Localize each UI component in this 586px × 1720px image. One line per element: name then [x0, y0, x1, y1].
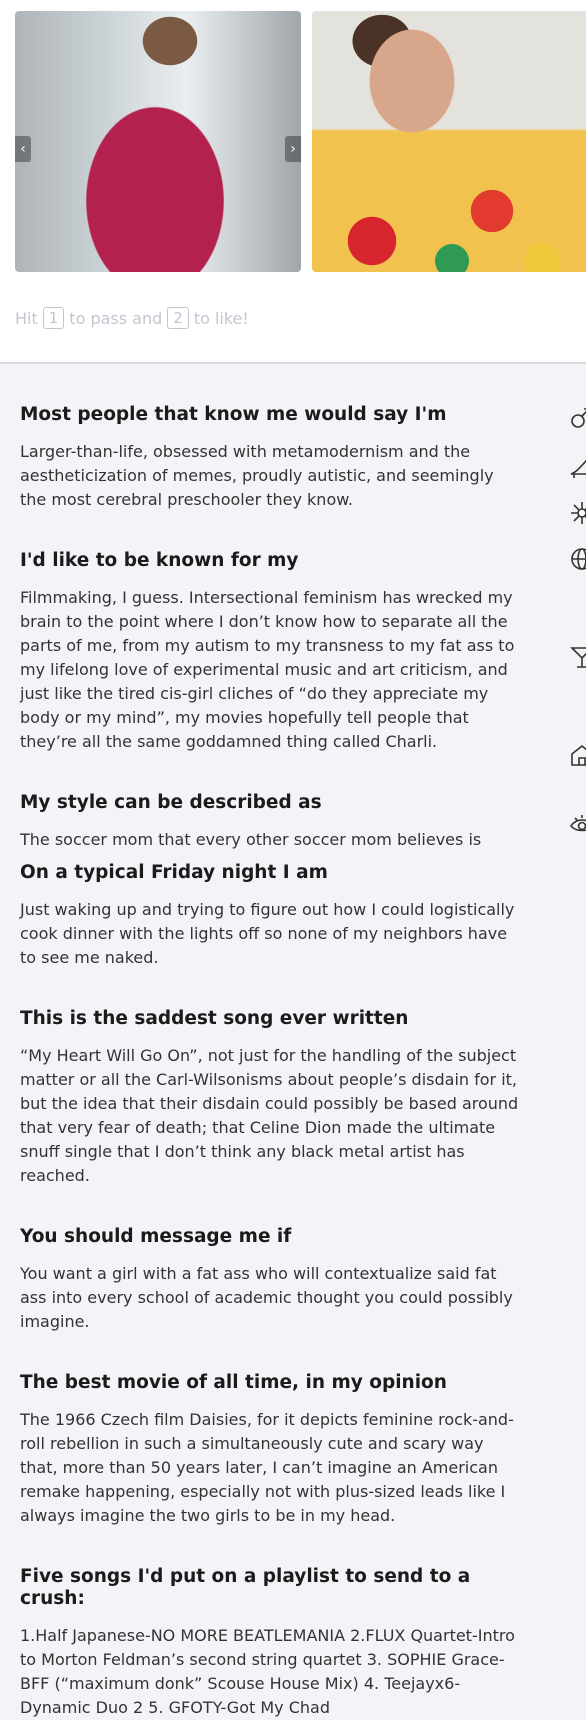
details-icons-column	[566, 400, 586, 860]
profile-photo-2[interactable]	[312, 11, 586, 272]
essay-section: My style can be described as The soccer …	[20, 792, 520, 852]
essay-title: My style can be described as	[20, 792, 322, 813]
essay-title: Five songs I'd put on a playlist to send…	[20, 1566, 471, 1609]
carousel-prev-button[interactable]: ‹	[15, 136, 31, 162]
essay-text: 1.Half Japanese-NO MORE BEATLEMANIA 2.FL…	[20, 1626, 515, 1717]
essay-section: This is the saddest song ever written “M…	[20, 1008, 520, 1188]
essay-title: The best movie of all time, in my opinio…	[20, 1372, 447, 1393]
essay-section: Five songs I'd put on a playlist to send…	[20, 1566, 520, 1720]
profile-essays: Most people that know me would say I'm L…	[20, 404, 520, 1720]
essay-title: This is the saddest song ever written	[20, 1008, 409, 1029]
eye-icon	[569, 812, 586, 838]
like-key: 2	[167, 307, 189, 329]
hint-suffix: to like!	[193, 308, 249, 328]
sparkle-icon	[569, 500, 586, 526]
essay-text: Larger-than-life, obsessed with metamode…	[20, 442, 494, 509]
photo-carousel-area: ‹ › Hit 1 to pass and 2 to like!	[0, 0, 586, 364]
essay-section: I'd like to be known for my Filmmaking, …	[20, 550, 520, 754]
essay-text: Just waking up and trying to figure out …	[20, 900, 515, 967]
essay-text: The soccer mom that every other soccer m…	[20, 830, 482, 849]
hint-middle: to pass and	[69, 308, 163, 328]
profile-photo-1[interactable]	[15, 11, 301, 272]
hint-prefix: Hit	[15, 308, 38, 328]
chevron-right-icon: ›	[290, 141, 296, 157]
essay-section: The best movie of all time, in my opinio…	[20, 1372, 520, 1528]
cocktail-icon	[569, 644, 586, 670]
essay-text: You want a girl with a fat ass who will …	[20, 1264, 513, 1331]
pass-key: 1	[42, 307, 65, 329]
essay-text: “My Heart Will Go On”, not just for the …	[20, 1046, 519, 1185]
essay-section: Most people that know me would say I'm L…	[20, 404, 520, 512]
essay-section: You should message me if You want a girl…	[20, 1226, 520, 1334]
gender-icon	[569, 406, 586, 432]
essay-title: Most people that know me would say I'm	[20, 404, 447, 425]
essay-text: The 1966 Czech film Daisies, for it depi…	[20, 1410, 514, 1525]
essay-title: You should message me if	[20, 1226, 292, 1247]
carousel-next-button[interactable]: ›	[285, 136, 301, 162]
globe-icon	[569, 546, 586, 572]
essay-section: On a typical Friday night I am Just waki…	[20, 862, 520, 970]
chevron-left-icon: ‹	[20, 141, 26, 157]
essay-title: On a typical Friday night I am	[20, 862, 328, 883]
essay-title: I'd like to be known for my	[20, 550, 299, 571]
heel-icon	[569, 454, 586, 480]
house-icon	[569, 742, 586, 768]
essay-text: Filmmaking, I guess. Intersectional femi…	[20, 588, 515, 751]
keyboard-hint: Hit 1 to pass and 2 to like!	[15, 307, 249, 329]
